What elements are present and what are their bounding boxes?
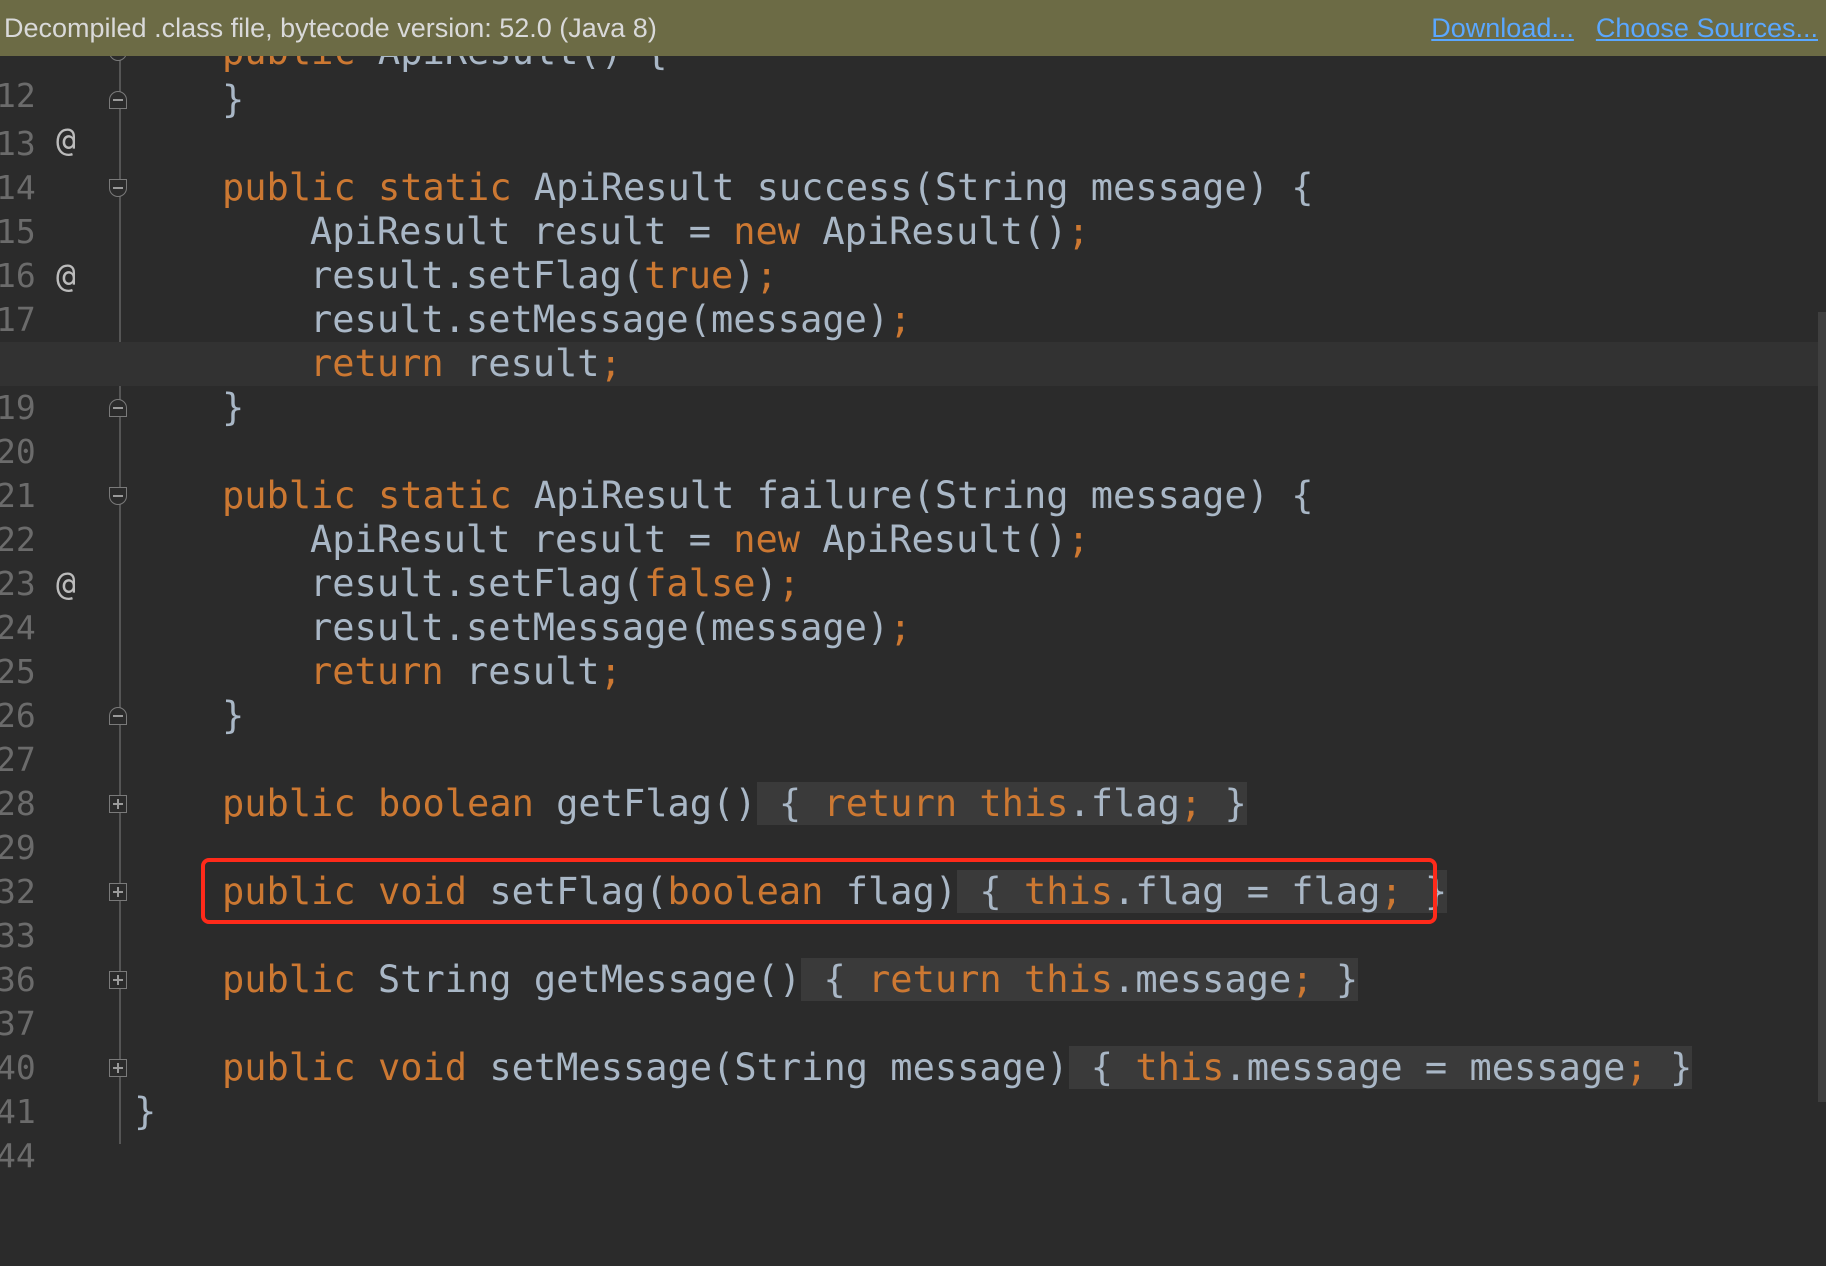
expand-fold-icon[interactable] <box>109 795 127 813</box>
code-text: public static ApiResult success(String m… <box>222 166 1314 209</box>
code-text: return result; <box>310 650 622 693</box>
code-line-21[interactable]: 21 <box>0 430 1826 515</box>
line-number: 44 <box>0 1136 36 1175</box>
code-line-18[interactable]: 18 result.setMessage(message); <box>0 298 1826 383</box>
highlight-annotation-box <box>201 858 1437 924</box>
code-text: public static ApiResult failure(String m… <box>222 474 1314 517</box>
code-line-27[interactable]: 27 } <box>0 694 1826 779</box>
code-text: } <box>222 386 245 429</box>
expand-fold-icon[interactable] <box>109 971 127 989</box>
code-line-29[interactable]: 29 public boolean getFlag() { return thi… <box>0 782 1826 867</box>
code-line-22[interactable]: 22 @ public static ApiResult failure(Str… <box>0 474 1826 603</box>
code-line-17[interactable]: 17 result.setFlag(true); <box>0 254 1826 339</box>
code-line-16[interactable]: 16 ApiResult result = new ApiResult(); <box>0 210 1826 295</box>
download-link[interactable]: Download... <box>1431 13 1574 44</box>
folded-method-body[interactable]: { return this.message; } <box>801 958 1359 1001</box>
code-text: public boolean getFlag() { return this.f… <box>222 782 1247 825</box>
code-line-37[interactable]: 37 public String getMessage() { return t… <box>0 958 1826 1043</box>
code-text: ApiResult result = new ApiResult(); <box>310 518 1090 561</box>
vertical-scrollbar[interactable] <box>1818 312 1826 1102</box>
folded-method-body[interactable]: { return this.flag; } <box>756 782 1247 825</box>
expand-fold-icon[interactable] <box>109 1059 127 1077</box>
code-line-15[interactable]: 15 @ public static ApiResult success(Str… <box>0 166 1826 295</box>
code-text: public void setMessage(String message) {… <box>222 1046 1693 1089</box>
code-editor[interactable]: 12 @ public ApiResult() { 13 } 14 15 @ p… <box>0 0 1826 1175</box>
code-text: } <box>222 78 245 121</box>
code-text: result.setFlag(false); <box>310 562 801 605</box>
code-line-23[interactable]: 23 ApiResult result = new ApiResult(); <box>0 518 1826 603</box>
code-line-20[interactable]: 20 } <box>0 386 1826 471</box>
code-text: result.setFlag(true); <box>310 254 778 297</box>
code-line-19-current[interactable]: 19 return result; <box>0 342 1826 427</box>
fold-end-icon[interactable] <box>109 91 127 109</box>
fold-toggle-icon[interactable] <box>109 179 127 197</box>
code-line-26[interactable]: 26 return result; <box>0 650 1826 735</box>
code-text: return result; <box>310 342 622 385</box>
fold-end-icon[interactable] <box>109 707 127 725</box>
decompiled-notice-banner: Decompiled .class file, bytecode version… <box>0 0 1826 56</box>
code-line-28[interactable]: 28 <box>0 738 1826 823</box>
code-text: } <box>134 1090 157 1133</box>
fold-toggle-icon[interactable] <box>109 487 127 505</box>
code-line-44[interactable]: 44 } <box>0 1090 1826 1175</box>
banner-links: Download... Choose Sources... <box>1431 13 1818 44</box>
code-line-13[interactable]: 13 } <box>0 78 1826 163</box>
expand-fold-icon[interactable] <box>109 883 127 901</box>
code-text: public String getMessage() { return this… <box>222 958 1359 1001</box>
folded-method-body[interactable]: { this.message = message; } <box>1068 1046 1693 1089</box>
code-line-24[interactable]: 24 result.setFlag(false); <box>0 562 1826 647</box>
code-line-41[interactable]: 41 public void setMessage(String message… <box>0 1046 1826 1131</box>
fold-end-icon[interactable] <box>109 399 127 417</box>
code-line-25[interactable]: 25 result.setMessage(message); <box>0 606 1826 691</box>
code-text: ApiResult result = new ApiResult(); <box>310 210 1090 253</box>
code-text: result.setMessage(message); <box>310 606 912 649</box>
code-line-40[interactable]: 40 <box>0 1002 1826 1087</box>
choose-sources-link[interactable]: Choose Sources... <box>1596 13 1818 44</box>
code-text: } <box>222 694 245 737</box>
code-text: result.setMessage(message); <box>310 298 912 341</box>
code-line-14[interactable]: 14 <box>0 122 1826 207</box>
banner-message: Decompiled .class file, bytecode version… <box>4 12 657 43</box>
